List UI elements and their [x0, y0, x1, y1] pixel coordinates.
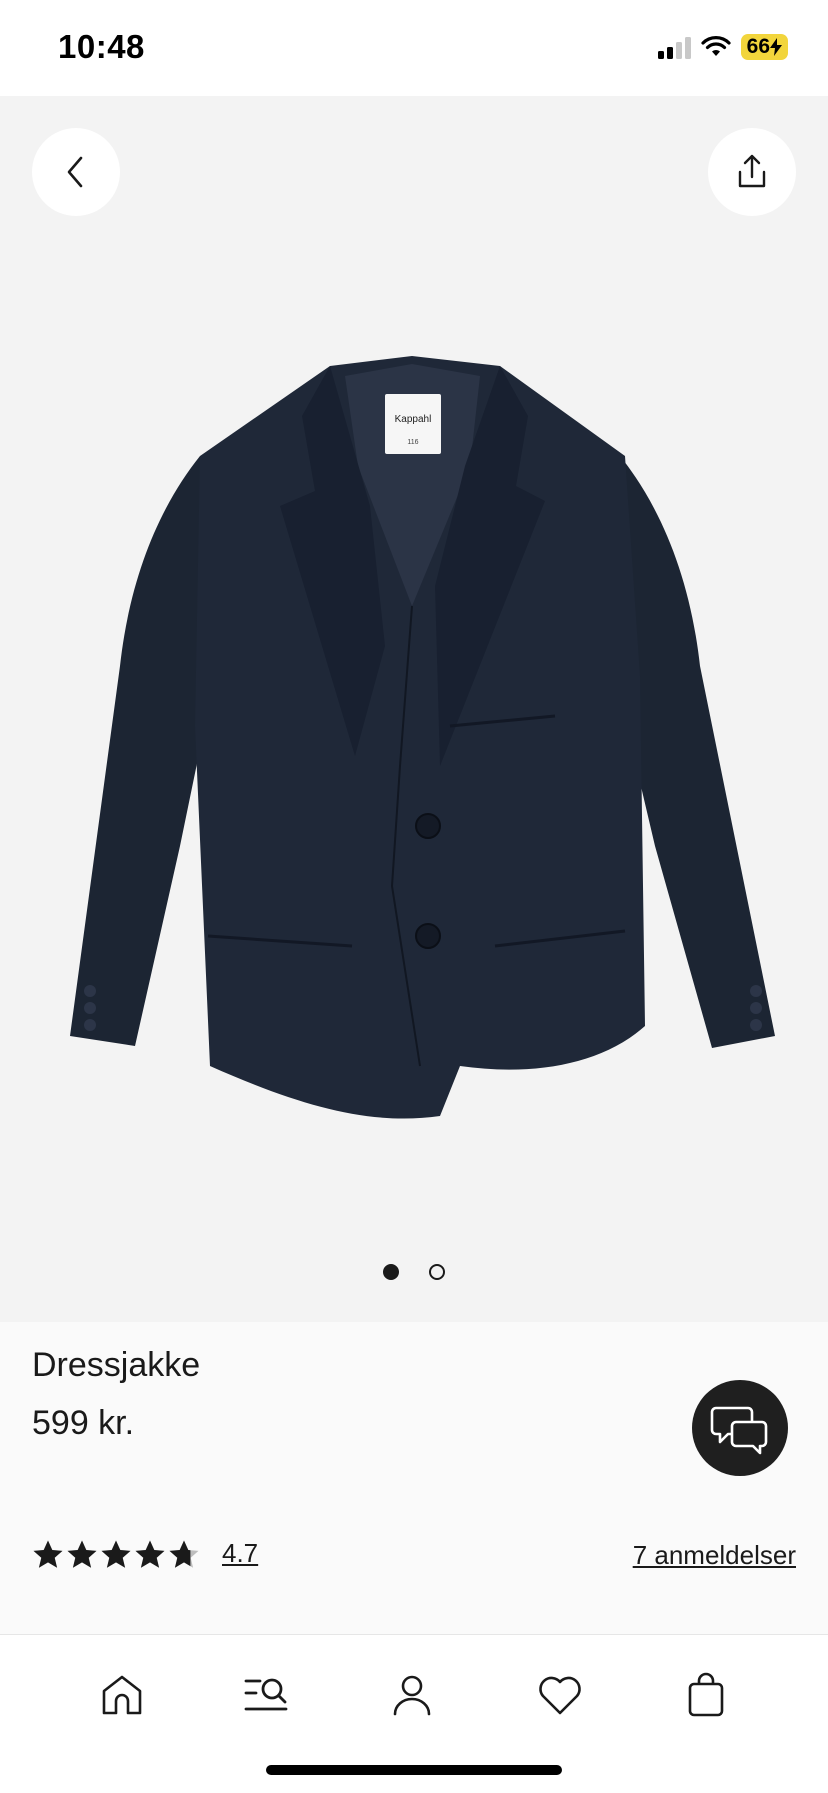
star-icon — [169, 1540, 199, 1568]
svg-text:Kappahl: Kappahl — [395, 414, 432, 425]
cellular-signal-icon — [657, 35, 691, 59]
battery-indicator: 66 — [740, 34, 788, 60]
gallery-pagination — [0, 1264, 828, 1280]
chevron-left-icon — [67, 156, 83, 188]
rating-stars — [32, 1539, 200, 1569]
rating-value[interactable]: 4.7 — [222, 1538, 258, 1569]
pagination-dot[interactable] — [429, 1264, 445, 1280]
tab-profile[interactable] — [382, 1665, 442, 1725]
chat-button[interactable] — [692, 1380, 788, 1476]
reviews-link[interactable]: 7 anmeldelser — [633, 1540, 796, 1571]
rating-summary[interactable]: 4.7 — [32, 1538, 258, 1569]
status-bar: 10:48 66 — [0, 0, 828, 96]
tab-favorites[interactable] — [530, 1665, 590, 1725]
status-time: 10:48 — [58, 28, 145, 65]
product-price: 599 kr. — [32, 1404, 135, 1442]
svg-text:116: 116 — [407, 439, 418, 446]
pagination-dot[interactable] — [383, 1264, 399, 1280]
tab-home[interactable] — [92, 1665, 152, 1725]
product-image-gallery[interactable]: Kappahl 116 — [0, 96, 828, 1322]
heart-icon — [539, 1676, 581, 1715]
status-icons: 66 — [657, 34, 788, 60]
product-title: Dressjakke — [32, 1346, 201, 1384]
product-info: Dressjakke 599 kr. 4.7 7 anmeldelser — [0, 1322, 828, 1634]
product-photo-jacket: Kappahl 116 — [70, 356, 775, 1119]
star-icon — [101, 1540, 131, 1568]
home-indicator — [266, 1765, 562, 1775]
back-button[interactable] — [32, 128, 120, 216]
battery-level: 66 — [746, 35, 770, 58]
tab-cart[interactable] — [676, 1665, 736, 1725]
tab-search[interactable] — [236, 1665, 296, 1725]
search-menu-icon — [244, 1678, 288, 1711]
home-icon — [102, 1675, 142, 1715]
share-icon — [738, 154, 766, 188]
bottom-tab-bar — [0, 1634, 828, 1793]
star-icon — [67, 1540, 97, 1568]
share-button[interactable] — [708, 128, 796, 216]
profile-icon — [393, 1675, 431, 1716]
charging-bolt-icon — [770, 38, 782, 56]
star-icon — [135, 1540, 165, 1568]
bag-icon — [688, 1672, 724, 1717]
star-icon — [33, 1540, 63, 1568]
wifi-icon — [701, 36, 731, 56]
chat-bubbles-icon — [710, 1406, 768, 1455]
